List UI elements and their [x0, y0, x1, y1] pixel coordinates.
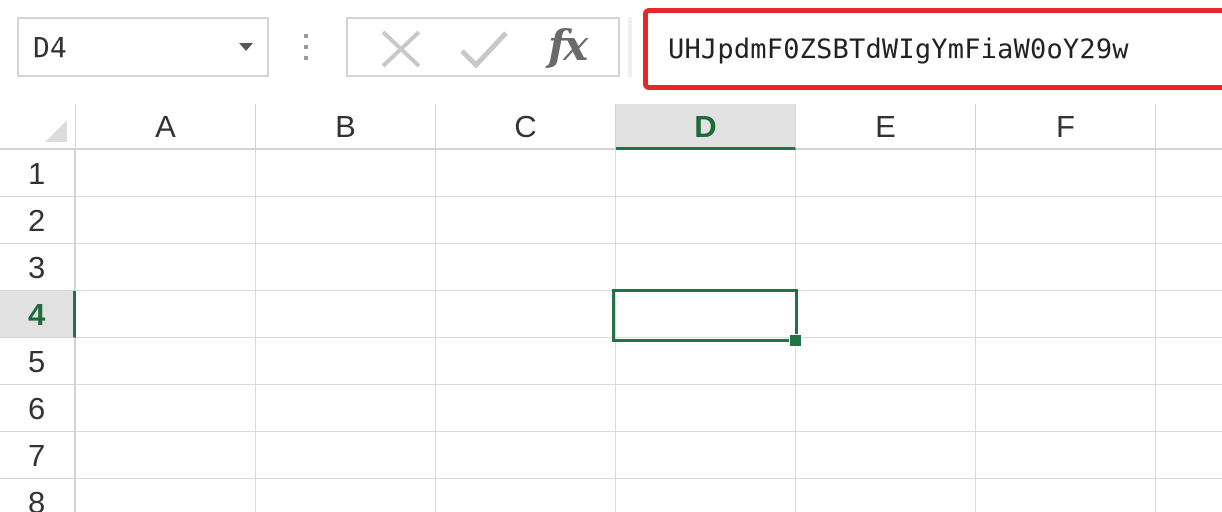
cell-f2[interactable]: [976, 197, 1156, 244]
worksheet-grid: A B C D E F 1 2 3 4 5 6 7 8: [0, 104, 1222, 512]
cell-next1[interactable]: [1156, 150, 1222, 197]
cell-e3[interactable]: [796, 244, 976, 291]
fill-handle[interactable]: [789, 334, 802, 347]
cell-a2[interactable]: [76, 197, 256, 244]
cell-a4[interactable]: [76, 291, 256, 338]
column-header-b[interactable]: B: [256, 104, 436, 150]
row-header-3[interactable]: 3: [0, 244, 76, 291]
cell-f4[interactable]: [976, 291, 1156, 338]
cell-d5[interactable]: [616, 338, 796, 385]
select-all-triangle-icon[interactable]: [45, 120, 67, 142]
cell-c8[interactable]: [436, 479, 616, 512]
cell-d7[interactable]: [616, 432, 796, 479]
cell-next4[interactable]: [1156, 291, 1222, 338]
cell-e1[interactable]: [796, 150, 976, 197]
cell-b5[interactable]: [256, 338, 436, 385]
cell-e7[interactable]: [796, 432, 976, 479]
cell-e5[interactable]: [796, 338, 976, 385]
cell-e6[interactable]: [796, 385, 976, 432]
cell-next6[interactable]: [1156, 385, 1222, 432]
select-all-corner[interactable]: [0, 104, 76, 150]
cell-b4[interactable]: [256, 291, 436, 338]
cancel-x-icon[interactable]: [378, 29, 424, 69]
formula-input[interactable]: UHJpdmF0ZSBTdWIgYmFiaW0oY29w: [643, 8, 1222, 90]
cell-next5[interactable]: [1156, 338, 1222, 385]
cell-a1[interactable]: [76, 150, 256, 197]
column-header-f[interactable]: F: [976, 104, 1156, 150]
cell-next7[interactable]: [1156, 432, 1222, 479]
cell-a6[interactable]: [76, 385, 256, 432]
row-header-2[interactable]: 2: [0, 197, 76, 244]
row-header-1[interactable]: 1: [0, 150, 76, 197]
row-header-6[interactable]: 6: [0, 385, 76, 432]
cell-c6[interactable]: [436, 385, 616, 432]
cell-c4[interactable]: [436, 291, 616, 338]
cell-e4[interactable]: [796, 291, 976, 338]
formula-input-value[interactable]: UHJpdmF0ZSBTdWIgYmFiaW0oY29w: [668, 34, 1129, 65]
cell-f8[interactable]: [976, 479, 1156, 512]
formula-divider: [628, 17, 632, 77]
cell-b8[interactable]: [256, 479, 436, 512]
formula-bar-area: D4 fx UHJpdmF0ZSBTdWIgYmFiaW0oY29w: [0, 0, 1222, 100]
formula-buttons-group: fx: [346, 17, 620, 77]
column-header-e[interactable]: E: [796, 104, 976, 150]
cell-c5[interactable]: [436, 338, 616, 385]
cell-d2[interactable]: [616, 197, 796, 244]
cell-d1[interactable]: [616, 150, 796, 197]
active-cell-border[interactable]: [612, 289, 798, 342]
cell-f5[interactable]: [976, 338, 1156, 385]
cell-b3[interactable]: [256, 244, 436, 291]
column-header-next[interactable]: [1156, 104, 1222, 150]
cell-b1[interactable]: [256, 150, 436, 197]
cell-b6[interactable]: [256, 385, 436, 432]
chevron-down-icon[interactable]: [239, 43, 253, 51]
cell-f7[interactable]: [976, 432, 1156, 479]
cell-c7[interactable]: [436, 432, 616, 479]
row-header-7[interactable]: 7: [0, 432, 76, 479]
cell-d3[interactable]: [616, 244, 796, 291]
cell-c2[interactable]: [436, 197, 616, 244]
cell-c3[interactable]: [436, 244, 616, 291]
cell-f1[interactable]: [976, 150, 1156, 197]
column-header-c[interactable]: C: [436, 104, 616, 150]
cell-a5[interactable]: [76, 338, 256, 385]
cell-f6[interactable]: [976, 385, 1156, 432]
cell-e2[interactable]: [796, 197, 976, 244]
cell-d6[interactable]: [616, 385, 796, 432]
column-header-a[interactable]: A: [76, 104, 256, 150]
cell-a7[interactable]: [76, 432, 256, 479]
cell-e8[interactable]: [796, 479, 976, 512]
row-header-8[interactable]: 8: [0, 479, 76, 512]
cell-c1[interactable]: [436, 150, 616, 197]
cell-next2[interactable]: [1156, 197, 1222, 244]
name-box[interactable]: D4: [17, 17, 269, 77]
insert-function-button[interactable]: fx: [548, 21, 588, 70]
cell-next3[interactable]: [1156, 244, 1222, 291]
cell-b2[interactable]: [256, 197, 436, 244]
row-header-5[interactable]: 5: [0, 338, 76, 385]
cell-f3[interactable]: [976, 244, 1156, 291]
row-header-4[interactable]: 4: [0, 291, 76, 338]
cell-b7[interactable]: [256, 432, 436, 479]
name-box-value[interactable]: D4: [33, 31, 67, 64]
cell-d8[interactable]: [616, 479, 796, 512]
enter-check-icon[interactable]: [458, 29, 510, 69]
cell-next8[interactable]: [1156, 479, 1222, 512]
column-header-d[interactable]: D: [616, 104, 796, 150]
cell-a3[interactable]: [76, 244, 256, 291]
cell-a8[interactable]: [76, 479, 256, 512]
grip-handle-icon[interactable]: [303, 32, 309, 62]
